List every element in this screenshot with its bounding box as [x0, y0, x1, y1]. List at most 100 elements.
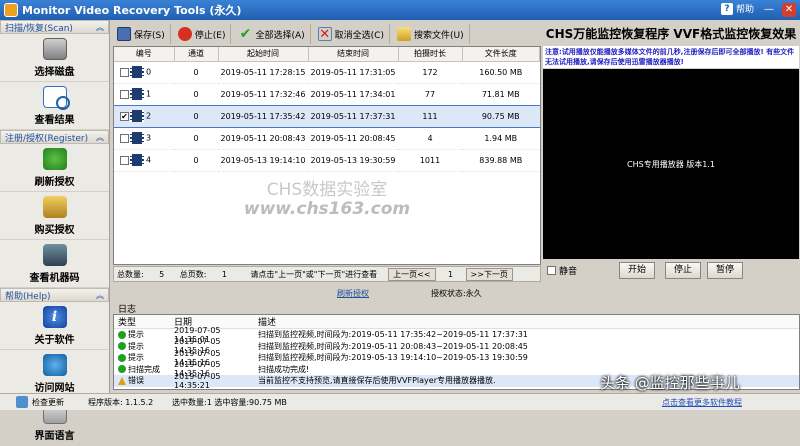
status-bar: 检查更新 程序版本: 1.1.5.2 选中数量:1 选中容量:90.75 MB …: [0, 393, 800, 410]
log-desc: 扫描到监控视频,时间段为:2019-05-11 17:35:42~2019-05…: [258, 330, 528, 340]
next-page-button[interactable]: >>下一页: [465, 267, 513, 281]
prev-page-button[interactable]: 上一页<<: [388, 267, 436, 281]
sidebar-item-select-disk[interactable]: 选择磁盘: [0, 34, 109, 82]
log-type-label: 提示: [128, 330, 144, 340]
row-id: 2: [146, 111, 152, 121]
cell-size: 71.81 MB: [462, 83, 540, 106]
table-row[interactable]: 1 0 2019-05-11 17:32:46 2019-05-11 17:34:01…: [114, 83, 540, 106]
app-icon: [4, 3, 18, 17]
table-row[interactable]: 3 0 2019-05-11 20:08:43 2019-05-11 20:08:45…: [114, 127, 540, 150]
pause-button[interactable]: 暂停: [707, 262, 743, 279]
log-header-type[interactable]: 类型: [114, 315, 174, 328]
row-checkbox[interactable]: [120, 133, 129, 143]
deselect-all-label: 取消全选(C): [334, 30, 384, 41]
section-header-scan[interactable]: 扫描/恢复(Scan) ︽: [0, 20, 109, 34]
sidebar-item-refresh-license[interactable]: 刷新授权: [0, 144, 109, 192]
close-button[interactable]: ✕: [782, 3, 796, 17]
stop-button[interactable]: 停止(E): [173, 24, 232, 44]
sidebar-item-visit-website[interactable]: 访问网站: [0, 350, 109, 398]
license-status: 刷新授权 授权状态:永久: [113, 285, 541, 301]
sidebar-item-label: 选择磁盘: [34, 66, 75, 78]
tutorial-link[interactable]: 点击查看更多软件教程: [662, 397, 742, 408]
log-type: 错误: [114, 375, 174, 386]
cell-id: 0: [114, 61, 174, 84]
video-file-icon: [130, 132, 144, 144]
toolbar: 保存(S) 停止(E) ✔ 全部选择(A) ✕ 取消全选(C) 搜索文件(U): [112, 22, 540, 46]
player-stop-button[interactable]: 停止: [665, 262, 701, 279]
video-player[interactable]: CHS专用播放器 版本1.1: [543, 69, 799, 259]
sidebar-item-buy-license[interactable]: 购买授权: [0, 192, 109, 240]
cell-end: 2019-05-11 17:37:31: [308, 104, 398, 128]
section-label: 注册/授权(Register): [5, 133, 89, 144]
player-screen-text: CHS专用播放器 版本1.1: [627, 159, 715, 169]
row-checkbox[interactable]: [120, 155, 129, 165]
table-row[interactable]: ✔ 2 0 2019-05-11 17:35:42 2019-05-11 17:37:3…: [114, 104, 540, 128]
row-id: 1: [146, 89, 152, 99]
sidebar-item-view-results[interactable]: 查看结果: [0, 82, 109, 130]
warning-icon: [118, 376, 126, 385]
sidebar-item-label: 关于软件: [34, 334, 75, 346]
update-icon: [16, 396, 28, 408]
total-count-label: 总数量:: [117, 269, 144, 279]
minimize-button[interactable]: —: [762, 3, 776, 17]
sidebar-item-label: 界面语言: [34, 430, 75, 442]
sidebar-item-machine-code[interactable]: 查看机器码: [0, 240, 109, 288]
table-row[interactable]: 4 0 2019-05-13 19:14:10 2019-05-13 19:30:59…: [114, 149, 540, 172]
row-id: 0: [146, 67, 152, 77]
row-checkbox[interactable]: ✔: [120, 111, 129, 121]
check-update-button[interactable]: 检查更新: [16, 396, 64, 408]
cell-start: 2019-05-13 19:14:10: [218, 149, 308, 172]
sidebar-item-label: 购买授权: [34, 224, 75, 236]
column-header-id[interactable]: 编号: [114, 47, 175, 62]
row-checkbox[interactable]: [120, 67, 129, 77]
current-page[interactable]: 1: [436, 270, 466, 279]
column-header-end[interactable]: 结束时间: [308, 47, 399, 62]
help-menu[interactable]: ? 帮助: [720, 2, 754, 15]
cell-duration: 1011: [398, 149, 462, 172]
deselect-all-button[interactable]: ✕ 取消全选(C): [313, 24, 390, 44]
refresh-license-link[interactable]: 刷新授权: [337, 288, 369, 299]
title-bar: Monitor Video Recovery Tools (永久) ? 帮助 —…: [0, 0, 800, 20]
column-header-channel[interactable]: 通道: [174, 47, 219, 62]
column-header-duration[interactable]: 拍摄时长: [398, 47, 463, 62]
pager: 总数量: 5 总页数: 1 请点击"上一页"或"下一页"进行查看 上一页<< 1…: [113, 266, 541, 282]
table-row[interactable]: 0 0 2019-05-11 17:28:15 2019-05-11 17:31:05…: [114, 61, 540, 84]
section-header-register[interactable]: 注册/授权(Register) ︽: [0, 130, 109, 144]
version-label: 程序版本:: [88, 397, 123, 407]
cell-channel: 0: [174, 127, 218, 150]
total-pages-label: 总页数:: [179, 269, 207, 279]
info-ok-icon: [118, 342, 126, 351]
view-results-icon: [42, 85, 70, 110]
mute-checkbox[interactable]: [547, 265, 556, 275]
folder-search-icon: [396, 27, 411, 41]
cell-start: 2019-05-11 17:28:15: [218, 61, 308, 84]
cell-duration: 172: [398, 61, 462, 84]
cross-icon: ✕: [317, 27, 332, 42]
sidebar-item-about[interactable]: i 关于软件: [0, 302, 109, 350]
cell-id: 4: [114, 149, 174, 172]
search-file-button[interactable]: 搜索文件(U): [392, 24, 470, 44]
log-type: 提示: [114, 352, 174, 363]
mute-label: 静音: [559, 266, 578, 277]
version-info: 程序版本: 1.1.5.2: [88, 397, 153, 408]
sidebar-item-label: 访问网站: [34, 382, 75, 394]
cell-end: 2019-05-11 17:34:01: [308, 83, 398, 106]
cell-id: ✔ 2: [114, 104, 174, 128]
check-update-label: 检查更新: [32, 397, 64, 407]
file-table: 编号 通道 起始时间 结束时间 拍摄时长 文件长度 0 0 2019-05-11 1…: [113, 46, 541, 265]
sidebar-item-label: 查看机器码: [29, 272, 80, 284]
video-file-icon: [130, 66, 144, 78]
player-notice: 注意:试用播放仅能播放多媒体文件的前几秒,注册保存后即可全部播放! 有些文件无法…: [543, 46, 799, 68]
sidebar-item-label: 查看结果: [34, 114, 75, 126]
column-header-size[interactable]: 文件长度: [462, 47, 540, 62]
select-all-button[interactable]: ✔ 全部选择(A): [233, 24, 311, 44]
save-button[interactable]: 保存(S): [112, 24, 171, 44]
play-button[interactable]: 开始: [619, 262, 655, 279]
section-label: 帮助(Help): [5, 291, 51, 302]
log-header-desc[interactable]: 描述: [258, 315, 799, 328]
info-ok-icon: [118, 365, 126, 374]
row-checkbox[interactable]: [120, 89, 129, 99]
column-header-start[interactable]: 起始时间: [218, 47, 309, 62]
cell-channel: 0: [174, 61, 218, 84]
section-header-help[interactable]: 帮助(Help) ︽: [0, 288, 109, 302]
